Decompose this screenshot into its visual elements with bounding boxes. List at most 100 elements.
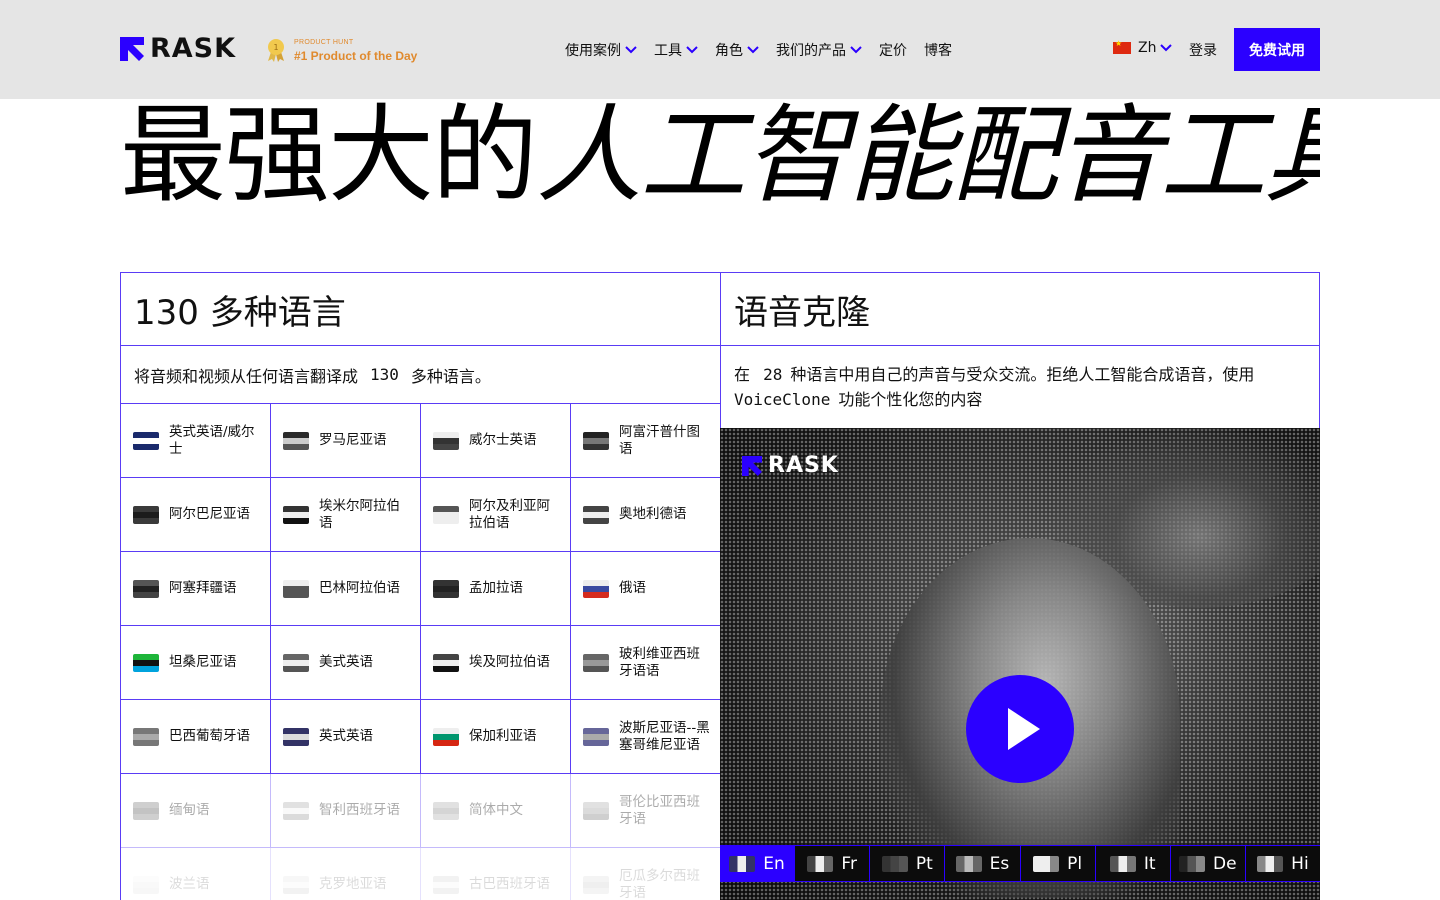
video-lang-code: Fr bbox=[841, 853, 857, 874]
video-lang-code: Pt bbox=[915, 853, 933, 874]
flag-icon bbox=[283, 431, 309, 450]
flag-icon bbox=[1033, 855, 1060, 872]
language-label: 克罗地亚语 bbox=[319, 876, 387, 892]
language-item[interactable]: 英式英语 bbox=[271, 700, 421, 774]
language-item[interactable]: 威尔士英语 bbox=[421, 404, 571, 478]
language-item[interactable]: 波斯尼亚语--黑塞哥维尼亚语 bbox=[571, 700, 721, 774]
language-item[interactable]: 克罗地亚语 bbox=[271, 848, 421, 900]
play-button[interactable] bbox=[966, 675, 1074, 783]
language-item[interactable]: 奥地利德语 bbox=[571, 478, 721, 552]
vc-desc-suffix: 功能个性化您的内容 bbox=[838, 390, 983, 409]
medal-icon: 1 bbox=[266, 38, 286, 62]
rask-logo[interactable]: RASK bbox=[120, 33, 237, 64]
language-item[interactable]: 巴西葡萄牙语 bbox=[121, 700, 271, 774]
nav-item-2[interactable]: 角色 bbox=[715, 40, 759, 60]
nav-item-4[interactable]: 定价 bbox=[879, 40, 907, 60]
language-item[interactable]: 保加利亚语 bbox=[421, 700, 571, 774]
video-lang-pl[interactable]: Pl bbox=[1021, 846, 1096, 881]
language-label: 波斯尼亚语--黑塞哥维尼亚语 bbox=[619, 719, 710, 753]
chevron-down-icon bbox=[850, 46, 862, 54]
language-label: 阿富汗普什图语 bbox=[619, 423, 700, 457]
language-item[interactable]: 阿塞拜疆语 bbox=[121, 552, 271, 626]
nav-item-3[interactable]: 我们的产品 bbox=[776, 40, 862, 60]
flag-icon bbox=[433, 801, 459, 820]
video-lang-de[interactable]: De bbox=[1171, 846, 1246, 881]
language-item[interactable]: 简体中文 bbox=[421, 774, 571, 848]
language-label: 智利西班牙语 bbox=[319, 802, 400, 818]
desc-number: 130 bbox=[370, 365, 399, 384]
flag-icon bbox=[1179, 855, 1206, 872]
language-item[interactable]: 玻利维亚西班牙语语 bbox=[571, 626, 721, 700]
product-hunt-label: PRODUCT HUNT bbox=[294, 38, 354, 46]
language-item[interactable]: 古巴西班牙语 bbox=[421, 848, 571, 900]
flag-icon bbox=[433, 431, 459, 450]
desc-prefix: 将音频和视频从任何语言翻译成 bbox=[134, 366, 359, 386]
language-item[interactable]: 罗马尼亚语 bbox=[271, 404, 421, 478]
flag-icon bbox=[133, 801, 159, 820]
video-lang-en[interactable]: En bbox=[720, 846, 796, 881]
language-item[interactable]: 阿富汗普什图语 bbox=[571, 404, 721, 478]
language-label: 缅甸语 bbox=[169, 802, 210, 818]
flag-icon bbox=[433, 653, 459, 672]
login-link[interactable]: 登录 bbox=[1189, 40, 1217, 60]
language-selector[interactable]: Zh bbox=[1113, 39, 1173, 56]
product-hunt-badge[interactable]: 1 PRODUCT HUNT #1 Product of the Day bbox=[266, 38, 417, 62]
language-item[interactable]: 孟加拉语 bbox=[421, 552, 571, 626]
flag-icon bbox=[729, 855, 756, 872]
language-item[interactable]: 波兰语 bbox=[121, 848, 271, 900]
flag-icon bbox=[283, 579, 309, 598]
language-item[interactable]: 智利西班牙语 bbox=[271, 774, 421, 848]
language-item[interactable]: 俄语 bbox=[571, 552, 721, 626]
nav-item-5[interactable]: 博客 bbox=[924, 40, 952, 60]
flag-icon bbox=[283, 801, 309, 820]
logo-wordmark: RASK bbox=[150, 33, 237, 64]
language-item[interactable]: 埃及阿拉伯语 bbox=[421, 626, 571, 700]
flag-icon bbox=[433, 875, 459, 894]
flag-icon bbox=[433, 505, 459, 524]
language-label: 玻利维亚西班牙语语 bbox=[619, 645, 700, 679]
demo-video[interactable]: RASK En Fr Pt Es Pl It De Hi bbox=[720, 428, 1320, 900]
language-item[interactable]: 哥伦比亚西班牙语 bbox=[571, 774, 721, 848]
language-item[interactable]: 坦桑尼亚语 bbox=[121, 626, 271, 700]
video-lang-code: En bbox=[763, 853, 785, 874]
video-lang-fr[interactable]: Fr bbox=[795, 846, 871, 881]
video-lang-code: Es bbox=[989, 853, 1010, 874]
nav-item-0[interactable]: 使用案例 bbox=[565, 40, 637, 60]
video-lang-pt[interactable]: Pt bbox=[870, 846, 946, 881]
language-item[interactable]: 阿尔及利亚阿拉伯语 bbox=[421, 478, 571, 552]
language-item[interactable]: 埃米尔阿拉伯语 bbox=[271, 478, 421, 552]
flag-icon bbox=[583, 727, 609, 746]
vc-desc-number: 28 bbox=[763, 365, 783, 384]
language-item[interactable]: 巴林阿拉伯语 bbox=[271, 552, 421, 626]
voice-clone-title: 语音克隆 bbox=[721, 273, 1319, 346]
languages-title: 130 多种语言 bbox=[121, 273, 721, 346]
flag-icon bbox=[583, 801, 609, 820]
language-label: 阿塞拜疆语 bbox=[169, 580, 237, 596]
language-item[interactable]: 阿尔巴尼亚语 bbox=[121, 478, 271, 552]
top-navigation-bar: RASK 1 PRODUCT HUNT #1 Product of the Da… bbox=[0, 0, 1440, 99]
desc-suffix: 多种语言。 bbox=[410, 366, 491, 386]
language-item[interactable]: 美式英语 bbox=[271, 626, 421, 700]
flag-icon bbox=[807, 855, 834, 872]
flag-icon bbox=[583, 579, 609, 598]
nav-item-1[interactable]: 工具 bbox=[654, 40, 698, 60]
video-lang-es[interactable]: Es bbox=[945, 846, 1021, 881]
language-item[interactable]: 英式英语/威尔士 bbox=[121, 404, 271, 478]
language-label: 美式英语 bbox=[319, 654, 373, 670]
language-item[interactable]: 厄瓜多尔西班牙语 bbox=[571, 848, 721, 900]
language-item[interactable]: 缅甸语 bbox=[121, 774, 271, 848]
flag-icon bbox=[133, 653, 159, 672]
language-label: 厄瓜多尔西班牙语 bbox=[619, 867, 700, 900]
video-lang-it[interactable]: It bbox=[1096, 846, 1171, 881]
flag-icon bbox=[133, 727, 159, 746]
hero-title-part-1: 最强大的 bbox=[120, 96, 538, 216]
video-lang-hi[interactable]: Hi bbox=[1246, 846, 1320, 881]
free-trial-button[interactable]: 免费试用 bbox=[1234, 28, 1320, 71]
language-label: 埃米尔阿拉伯语 bbox=[319, 497, 400, 531]
flag-icon bbox=[583, 505, 609, 524]
language-label: 古巴西班牙语 bbox=[469, 876, 550, 892]
language-grid: 英式英语/威尔士 罗马尼亚语 威尔士英语 阿富汗普什图语阿尔巴尼亚语 埃米尔阿拉伯语 阿尔… bbox=[121, 404, 721, 900]
language-label: 罗马尼亚语 bbox=[319, 432, 387, 448]
nav-item-label: 工具 bbox=[654, 43, 682, 59]
vc-desc-mono: VoiceClone bbox=[734, 390, 831, 409]
